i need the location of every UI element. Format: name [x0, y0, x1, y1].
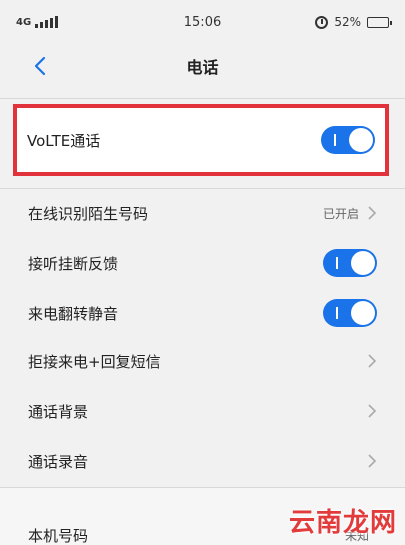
- toggle-switch[interactable]: [323, 249, 377, 277]
- setting-row-call-recording[interactable]: 通话录音: [0, 436, 405, 486]
- setting-label: 在线识别陌生号码: [28, 204, 149, 223]
- setting-label: 拒接来电+回复短信: [28, 352, 161, 371]
- battery-icon: [367, 16, 392, 28]
- watermark-logo: 云南龙网: [288, 508, 397, 538]
- back-button[interactable]: [30, 54, 50, 78]
- setting-label: 接听挂断反馈: [28, 254, 119, 273]
- signal-area: 4G: [16, 16, 59, 28]
- setting-label: VoLTE通话: [27, 131, 101, 150]
- page-title: 电话: [186, 58, 219, 77]
- chevron-right-icon: [367, 206, 377, 220]
- status-bar: 4G 15:06 52%: [0, 0, 405, 44]
- setting-label: 来电翻转静音: [28, 304, 119, 323]
- chevron-right-icon: [367, 454, 377, 468]
- toggle-switch[interactable]: [323, 299, 377, 327]
- divider: [0, 98, 405, 99]
- chevron-right-icon: [367, 354, 377, 368]
- setting-label: 通话录音: [28, 452, 89, 471]
- setting-row-identify-strangers[interactable]: 在线识别陌生号码 已开启: [0, 188, 405, 238]
- battery-percent: 52%: [334, 15, 361, 29]
- setting-row-flip-mute[interactable]: 来电翻转静音: [0, 288, 405, 338]
- nav-bar: 电话: [0, 44, 405, 88]
- chevron-right-icon: [367, 404, 377, 418]
- signal-icon: [35, 16, 59, 28]
- setting-row-answer-feedback[interactable]: 接听挂断反馈: [0, 238, 405, 288]
- network-type: 4G: [16, 16, 32, 28]
- status-right: 52%: [315, 15, 392, 29]
- alarm-icon: [315, 15, 329, 29]
- setting-value: 已开启: [322, 206, 359, 221]
- divider: [0, 487, 405, 488]
- setting-row-reject-reply[interactable]: 拒接来电+回复短信: [0, 336, 405, 386]
- setting-row-volte[interactable]: VoLTE通话: [13, 115, 389, 165]
- chevron-left-icon: [34, 56, 46, 76]
- setting-label: 通话背景: [28, 402, 89, 421]
- setting-row-call-background[interactable]: 通话背景: [0, 386, 405, 436]
- toggle-switch[interactable]: [321, 126, 375, 154]
